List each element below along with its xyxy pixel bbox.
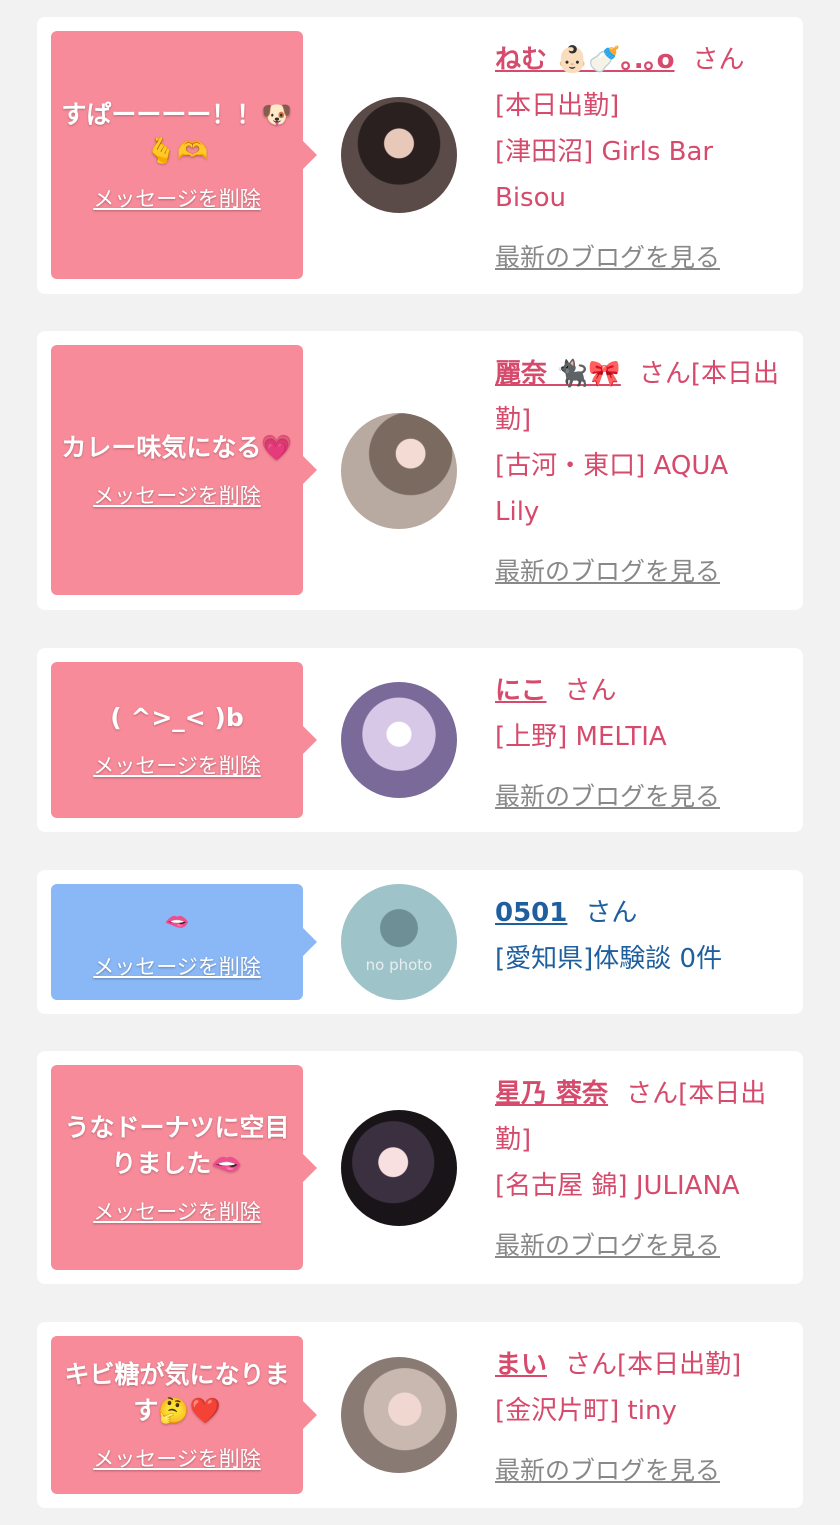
- message-bubble: すぱーーーー！！🐶🫰🫶 メッセージを削除: [51, 31, 317, 279]
- shop-name: [金沢片町] tiny: [495, 1396, 677, 1426]
- delete-message-link[interactable]: メッセージを削除: [93, 750, 261, 780]
- user-info: 星乃 蓉奈 さん[本日出勤] [名古屋 錦] JULIANA 最新のブログを見る: [495, 1071, 780, 1269]
- shop-name: [名古屋 錦] JULIANA: [495, 1171, 740, 1201]
- message-text: すぱーーーー！！🐶🫰🫶: [61, 100, 293, 165]
- avatar[interactable]: no photo: [341, 884, 457, 1000]
- latest-blog-link[interactable]: 最新のブログを見る: [495, 1223, 780, 1269]
- message-bubble: ( ^>_< )b メッセージを削除: [51, 662, 317, 818]
- message-card: 🫦 メッセージを削除 no photo 0501 さん [愛知県]体験談 0件: [37, 870, 803, 1014]
- user-name-link[interactable]: まい: [495, 1350, 547, 1380]
- latest-blog-link[interactable]: 最新のブログを見る: [495, 235, 780, 281]
- honorific: さん: [638, 359, 691, 389]
- delete-message-link[interactable]: メッセージを削除: [93, 480, 261, 510]
- avatar[interactable]: [341, 1357, 457, 1473]
- message-bubble: カレー味気になる💗 メッセージを削除: [51, 345, 317, 595]
- status: [本日出勤]: [495, 91, 620, 121]
- shop-name: [古河・東口] AQUA Lily: [495, 451, 729, 527]
- honorific: さん: [564, 676, 617, 706]
- message-text: ( ^>_< )b: [110, 703, 244, 732]
- user-info: 麗奈 🐈‍⬛🎀 さん[本日出勤] [古河・東口] AQUA Lily 最新のブログ…: [495, 351, 780, 595]
- user-name-link[interactable]: 0501: [495, 898, 567, 928]
- message-card: ( ^>_< )b メッセージを削除 にこ さん [上野] MELTIA 最新のブ…: [37, 648, 803, 832]
- avatar[interactable]: [341, 682, 457, 798]
- message-text: うなドーナツに空目りました🫦: [64, 1112, 290, 1178]
- user-info: 0501 さん [愛知県]体験談 0件: [495, 890, 780, 982]
- honorific: さん: [565, 1350, 618, 1380]
- honorific: さん: [626, 1079, 679, 1109]
- message-bubble: キビ糖が気になります🤔❤️ メッセージを削除: [51, 1336, 317, 1494]
- honorific: さん: [585, 898, 638, 928]
- delete-message-link[interactable]: メッセージを削除: [93, 1443, 261, 1473]
- avatar[interactable]: [341, 97, 457, 213]
- message-bubble: 🫦 メッセージを削除: [51, 884, 317, 1000]
- message-text: カレー味気になる💗: [61, 433, 293, 462]
- message-card: すぱーーーー！！🐶🫰🫶 メッセージを削除 ねむ 👶🏻🍼｡.｡o さん [本日出勤]…: [37, 17, 803, 294]
- latest-blog-link[interactable]: 最新のブログを見る: [495, 1448, 780, 1494]
- status: [本日出勤]: [617, 1350, 742, 1380]
- delete-message-link[interactable]: メッセージを削除: [93, 951, 261, 981]
- avatar[interactable]: [341, 413, 457, 529]
- message-card: うなドーナツに空目りました🫦 メッセージを削除 星乃 蓉奈 さん[本日出勤] [名…: [37, 1051, 803, 1284]
- shop-name: [上野] MELTIA: [495, 722, 667, 752]
- message-card: カレー味気になる💗 メッセージを削除 麗奈 🐈‍⬛🎀 さん[本日出勤] [古河・東…: [37, 331, 803, 610]
- delete-message-link[interactable]: メッセージを削除: [93, 1196, 261, 1226]
- no-photo-label: no photo: [365, 956, 433, 974]
- latest-blog-link[interactable]: 最新のブログを見る: [495, 549, 780, 595]
- review-count: [愛知県]体験談 0件: [495, 944, 723, 974]
- honorific: さん: [692, 45, 745, 75]
- user-name-link[interactable]: ねむ 👶🏻🍼｡.｡o: [495, 45, 675, 75]
- delete-message-link[interactable]: メッセージを削除: [93, 183, 261, 213]
- user-name-link[interactable]: にこ: [495, 676, 546, 706]
- avatar[interactable]: [341, 1110, 457, 1226]
- message-card: キビ糖が気になります🤔❤️ メッセージを削除 まい さん[本日出勤] [金沢片町]…: [37, 1322, 803, 1508]
- latest-blog-link[interactable]: 最新のブログを見る: [495, 774, 780, 820]
- user-info: ねむ 👶🏻🍼｡.｡o さん [本日出勤] [津田沼] Girls Bar Biso…: [495, 37, 780, 281]
- message-text: キビ糖が気になります🤔❤️: [64, 1360, 290, 1425]
- user-name-link[interactable]: 麗奈 🐈‍⬛🎀: [495, 359, 621, 389]
- user-info: まい さん[本日出勤] [金沢片町] tiny 最新のブログを見る: [495, 1342, 780, 1494]
- user-name-link[interactable]: 星乃 蓉奈: [495, 1079, 608, 1109]
- message-bubble: うなドーナツに空目りました🫦 メッセージを削除: [51, 1065, 317, 1270]
- user-info: にこ さん [上野] MELTIA 最新のブログを見る: [495, 668, 780, 820]
- shop-name: [津田沼] Girls Bar Bisou: [495, 137, 714, 213]
- message-text: 🫦: [164, 909, 190, 933]
